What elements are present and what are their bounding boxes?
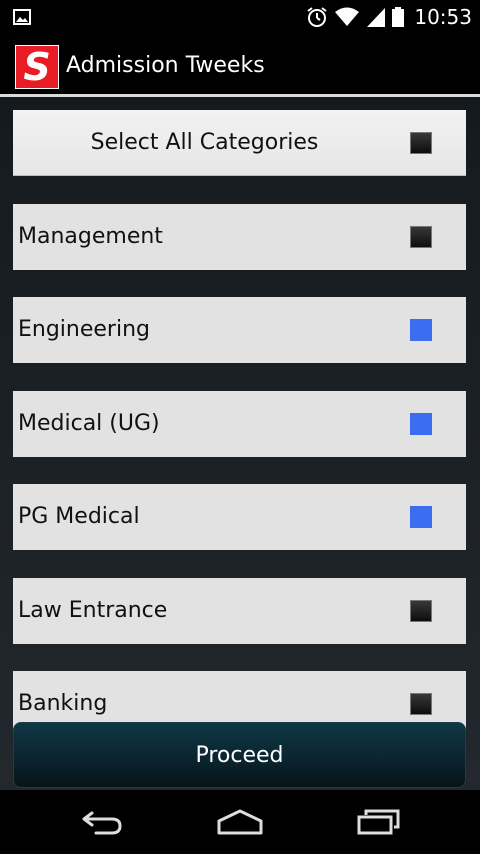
signal-icon bbox=[367, 8, 386, 27]
recent-apps-icon bbox=[357, 809, 400, 835]
select-all-label: Select All Categories bbox=[90, 130, 319, 155]
category-label: PG Medical bbox=[18, 504, 140, 529]
recent-apps-button[interactable] bbox=[348, 806, 408, 838]
category-row-pg-medical[interactable]: PG Medical bbox=[13, 484, 466, 550]
home-button[interactable] bbox=[210, 806, 270, 838]
screen: 10:53 S Admission Tweeks Select All Cate… bbox=[0, 0, 480, 854]
category-label: Law Entrance bbox=[18, 598, 168, 623]
category-label: Management bbox=[18, 224, 163, 249]
back-button[interactable] bbox=[72, 806, 132, 838]
wifi-icon bbox=[335, 7, 360, 26]
category-row-law-entrance[interactable]: Law Entrance bbox=[13, 578, 466, 644]
category-checkbox-banking[interactable] bbox=[410, 693, 432, 715]
image-notification-icon bbox=[13, 9, 31, 25]
status-bar: 10:53 bbox=[0, 0, 480, 34]
category-row-engineering[interactable]: Engineering bbox=[13, 297, 466, 363]
proceed-button[interactable]: Proceed bbox=[13, 722, 466, 788]
app-logo[interactable]: S bbox=[15, 45, 59, 89]
app-title: Admission Tweeks bbox=[66, 53, 265, 78]
category-checkbox-medical-ug[interactable] bbox=[410, 413, 432, 435]
home-icon bbox=[217, 809, 263, 835]
category-checkbox-law-entrance[interactable] bbox=[410, 600, 432, 622]
category-label: Engineering bbox=[18, 317, 150, 342]
action-bar: S Admission Tweeks bbox=[0, 34, 480, 94]
navigation-bar bbox=[0, 790, 480, 854]
select-all-row[interactable]: Select All Categories bbox=[13, 110, 466, 176]
category-checkbox-pg-medical[interactable] bbox=[410, 506, 432, 528]
alarm-icon bbox=[307, 7, 327, 27]
proceed-label: Proceed bbox=[195, 742, 284, 768]
status-right-group: 10:53 bbox=[306, 0, 472, 34]
select-all-checkbox[interactable] bbox=[410, 132, 432, 154]
back-icon bbox=[82, 811, 122, 835]
app-logo-letter: S bbox=[23, 45, 51, 89]
category-list[interactable]: Select All Categories Management Enginee… bbox=[0, 97, 480, 790]
status-time: 10:53 bbox=[414, 5, 472, 29]
battery-icon bbox=[392, 7, 405, 27]
category-checkbox-management[interactable] bbox=[410, 226, 432, 248]
category-row-management[interactable]: Management bbox=[13, 204, 466, 270]
category-label: Medical (UG) bbox=[18, 411, 160, 436]
category-row-medical-ug[interactable]: Medical (UG) bbox=[13, 391, 466, 457]
category-checkbox-engineering[interactable] bbox=[410, 319, 432, 341]
